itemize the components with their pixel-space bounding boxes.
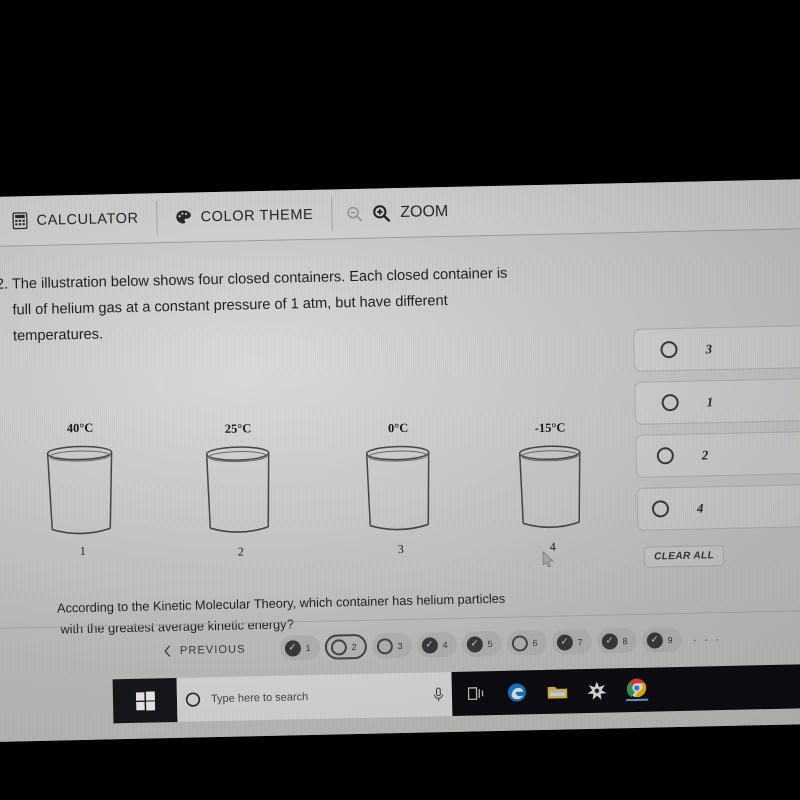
- container-2: 25°C 2: [199, 421, 279, 559]
- page-number: 9: [667, 634, 673, 645]
- monitor-photo: CALCULATOR COLOR THEME ZOOM 2. The illus…: [0, 0, 800, 800]
- page-pill-1[interactable]: ✓ 1: [279, 634, 320, 661]
- page-number: 2: [351, 641, 357, 652]
- file-explorer-icon[interactable]: [546, 680, 568, 702]
- container-1-temperature: 40°C: [66, 420, 94, 436]
- taskbar-search-box[interactable]: Type here to search: [176, 671, 453, 722]
- answer-option-1[interactable]: 1: [634, 377, 800, 425]
- page-pill-2[interactable]: 2: [324, 633, 367, 660]
- question-pagination: ✓ 1 2 3 ✓ 4 ✓ 5 6 ✓ 7 ✓ 8 ✓ 9 · · ·: [279, 626, 721, 661]
- page-pill-4[interactable]: ✓ 4: [416, 631, 457, 658]
- search-placeholder: Type here to search: [210, 691, 309, 706]
- radio-icon[interactable]: [660, 340, 678, 359]
- page-number: 4: [442, 639, 448, 650]
- answer-option-2[interactable]: 2: [635, 430, 800, 478]
- page-pill-8[interactable]: ✓ 8: [596, 627, 637, 654]
- previous-label: PREVIOUS: [179, 642, 246, 657]
- answer-option-3[interactable]: 3: [633, 324, 800, 372]
- clear-all-button[interactable]: CLEAR ALL: [643, 544, 725, 568]
- check-icon: ✓: [556, 633, 573, 651]
- radio-icon[interactable]: [661, 393, 679, 412]
- calculator-button[interactable]: CALCULATOR: [0, 193, 157, 246]
- page-number: 1: [305, 642, 311, 653]
- answer-option-label: 2: [701, 446, 709, 462]
- zoom-controls: ZOOM: [332, 202, 448, 223]
- circle-icon: [330, 638, 347, 656]
- chevron-left-icon: [164, 645, 171, 657]
- radio-icon[interactable]: [651, 500, 670, 518]
- check-icon: ✓: [466, 635, 483, 653]
- question-stem: 2. The illustration below shows four clo…: [0, 259, 597, 350]
- page-number: 6: [532, 637, 538, 648]
- answer-option-label: 1: [706, 393, 714, 409]
- radio-icon[interactable]: [656, 447, 674, 465]
- circle-icon: [376, 637, 393, 655]
- container-1: 40°C 1: [41, 421, 121, 558]
- taskbar-app-icons: [451, 663, 800, 716]
- windows-start-icon[interactable]: [112, 677, 178, 724]
- check-icon: ✓: [421, 636, 438, 654]
- check-icon: ✓: [284, 639, 301, 657]
- task-view-icon[interactable]: [466, 682, 488, 704]
- page-pill-5[interactable]: ✓ 5: [461, 630, 502, 657]
- page-number: 8: [622, 635, 628, 646]
- color-theme-label: COLOR THEME: [200, 206, 314, 225]
- zoom-in-icon[interactable]: [372, 204, 390, 222]
- answer-option-label: 3: [705, 340, 713, 356]
- calculator-icon: [12, 212, 28, 230]
- chrome-browser-icon[interactable]: [625, 678, 649, 702]
- zoom-label: ZOOM: [400, 202, 449, 221]
- container-3-temperature: 0°C: [387, 420, 409, 436]
- answer-option-4[interactable]: 4: [636, 483, 800, 531]
- check-icon: ✓: [601, 632, 618, 650]
- previous-button[interactable]: PREVIOUS: [164, 643, 246, 657]
- container-4: -15°C 4: [512, 420, 592, 554]
- edge-browser-icon[interactable]: [506, 681, 528, 703]
- calculator-label: CALCULATOR: [36, 210, 139, 229]
- page-pill-6[interactable]: 6: [506, 629, 547, 656]
- circle-icon: [511, 634, 528, 652]
- pagination-overflow[interactable]: · · ·: [692, 632, 721, 647]
- page-number: 3: [397, 640, 403, 651]
- page-pill-9[interactable]: ✓ 9: [641, 626, 682, 653]
- mouse-pointer-icon: [542, 551, 555, 574]
- top-toolbar: CALCULATOR COLOR THEME ZOOM: [0, 179, 800, 247]
- answer-options: 3 1 2 4 CLEAR ALL: [633, 324, 800, 568]
- microphone-icon[interactable]: [433, 686, 444, 702]
- windows-taskbar: Type here to search: [112, 663, 800, 741]
- white-app-icon[interactable]: [586, 680, 608, 702]
- check-icon: ✓: [646, 631, 663, 649]
- container-3-number: 3: [397, 541, 404, 557]
- palette-icon: [175, 210, 191, 225]
- zoom-out-icon[interactable]: [346, 205, 362, 221]
- page-number: 7: [577, 636, 583, 647]
- container-2-number: 2: [237, 544, 244, 559]
- answer-option-label: 4: [696, 499, 704, 516]
- page-pill-3[interactable]: 3: [371, 632, 412, 659]
- color-theme-button[interactable]: COLOR THEME: [157, 189, 332, 242]
- container-2-temperature: 25°C: [224, 421, 252, 436]
- container-4-temperature: -15°C: [534, 420, 566, 436]
- screen-area: CALCULATOR COLOR THEME ZOOM 2. The illus…: [0, 179, 800, 742]
- page-pill-7[interactable]: ✓ 7: [551, 628, 592, 655]
- containers-illustration: 40°C 1 25°C 2 0°C 3 -15°C 4: [21, 413, 614, 571]
- search-circle-icon: [185, 691, 201, 707]
- page-number: 5: [487, 638, 493, 649]
- container-1-number: 1: [79, 543, 86, 559]
- container-3: 0°C 3: [359, 421, 439, 556]
